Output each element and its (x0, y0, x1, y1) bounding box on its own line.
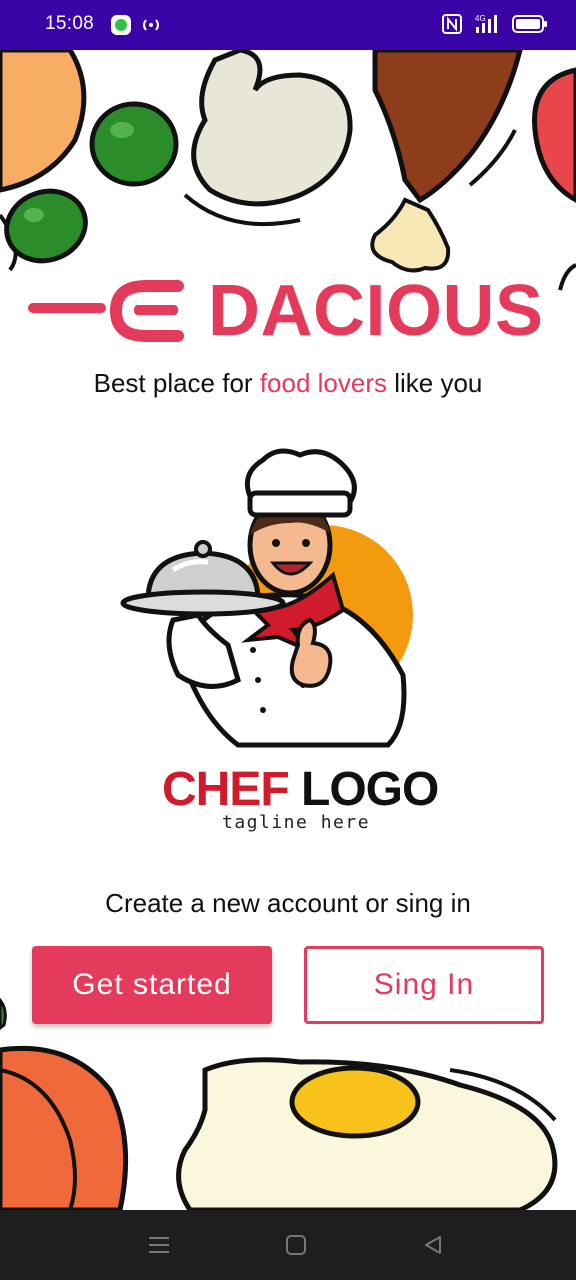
messaging-app-icon (110, 14, 132, 41)
navigation-bar (0, 1210, 576, 1280)
battery-icon (512, 14, 548, 39)
menu-icon[interactable] (148, 1234, 170, 1261)
home-icon[interactable] (285, 1234, 307, 1261)
hotspot-icon (141, 17, 161, 38)
sign-in-button[interactable]: Sing In (304, 946, 544, 1024)
chef-logo-word-black: LOGO (288, 763, 439, 816)
svg-text:4G: 4G (475, 14, 486, 23)
get-started-button[interactable]: Get started (32, 946, 272, 1024)
brand-e-logo-icon (28, 280, 184, 342)
status-bar: 15:08 4G (0, 0, 576, 50)
nfc-icon (442, 13, 462, 40)
chef-logo-word-red: CHEF (162, 763, 290, 816)
back-icon[interactable] (422, 1234, 444, 1261)
tagline-highlight: food lovers (259, 368, 387, 398)
chef-logo-wordmark: CHEF LOGO (162, 762, 439, 817)
tagline: Best place for food lovers like you (93, 368, 483, 398)
status-time: 15:08 (45, 13, 95, 34)
4g-signal-icon: 4G (472, 13, 502, 40)
chef-logo-tagline: tagline here (222, 812, 371, 833)
brand-wordmark: DACIOUS (28, 271, 548, 351)
brand-name: DACIOUS (208, 271, 544, 351)
account-prompt: Create a new account or sing in (105, 888, 471, 918)
